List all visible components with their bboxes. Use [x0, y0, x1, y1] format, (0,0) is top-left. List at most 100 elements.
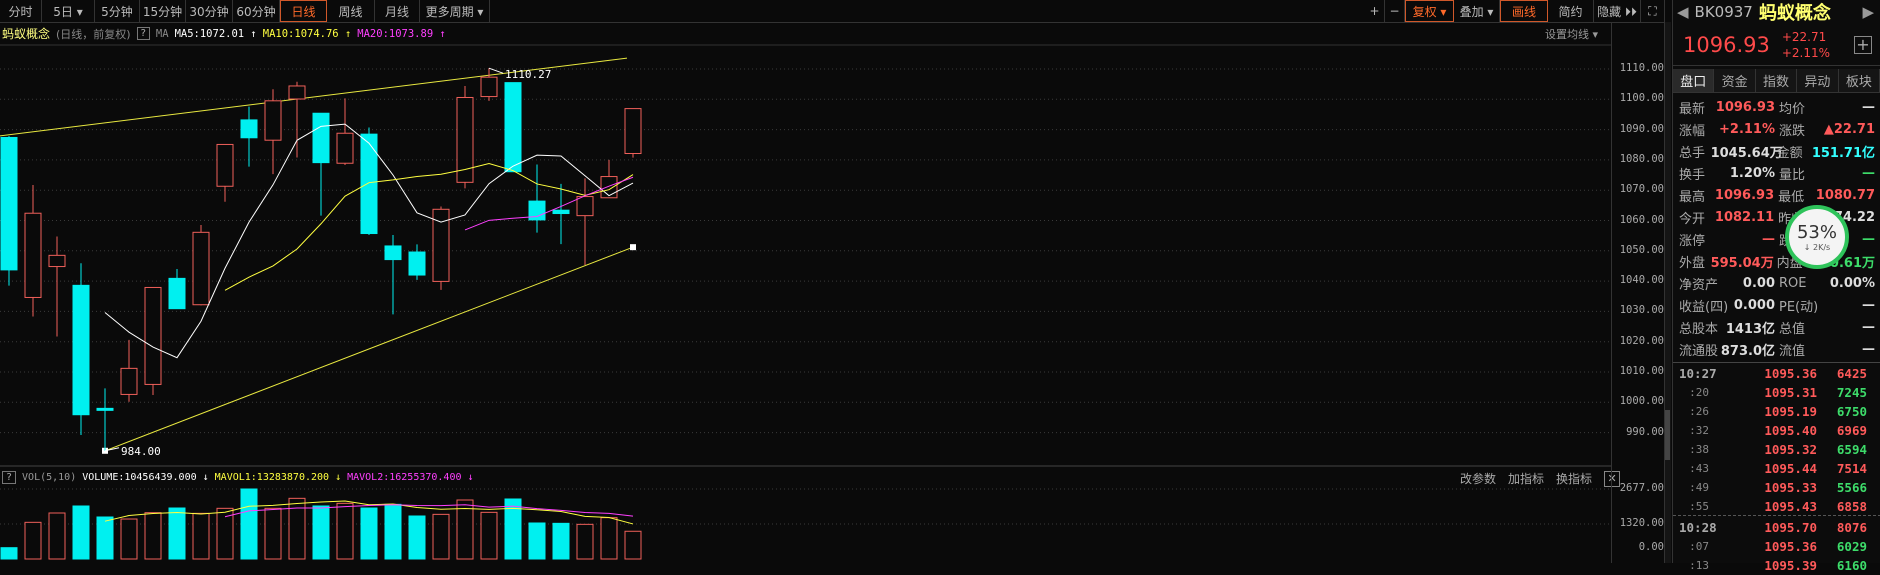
network-speed-widget[interactable]: 53% ↓ 2K/s: [1785, 205, 1849, 269]
quote-value: 0.00: [1742, 275, 1775, 291]
candle-body: [600, 176, 618, 199]
tick-row: :20 1095.31 7245: [1679, 383, 1875, 402]
tick-time: 10:27: [1679, 366, 1717, 381]
candle-body: [480, 76, 498, 98]
quote-value: +2.11%: [1719, 121, 1775, 137]
quote-panel: ◀ BK0937 蚂蚁概念 ▶ 1096.93 +22.71 +2.11% + …: [1672, 0, 1880, 573]
quote-label: 金额: [1776, 145, 1803, 161]
edit-params-button[interactable]: 改参数: [1460, 470, 1496, 487]
volume-bar: [0, 547, 18, 560]
panel-tab-3[interactable]: 异动: [1797, 69, 1839, 92]
price-tick-label: 1000.00: [1619, 395, 1664, 408]
tick-volume: 6425: [1836, 366, 1867, 381]
mavol1-readout: MAVOL1:13283870.200 ↓: [214, 472, 342, 483]
quote-label: 外盘: [1679, 255, 1706, 271]
tick-price: 1095.39: [1764, 558, 1817, 573]
fullscreen-icon[interactable]: ⛶: [1641, 0, 1665, 22]
quote-row: 换手 1.20% 量比 —: [1679, 162, 1875, 184]
volume-bar: [360, 507, 378, 560]
next-stock-icon[interactable]: ▶: [1862, 3, 1874, 21]
quote-label: 收益(四): [1679, 299, 1729, 315]
tick-row: :43 1095.44 7514: [1679, 459, 1875, 478]
add-watchlist-button[interactable]: +: [1854, 35, 1872, 54]
quote-label: 今开: [1679, 211, 1706, 227]
quote-value: 595.04万: [1710, 255, 1774, 271]
tick-row: :13 1095.39 6160: [1679, 556, 1875, 575]
price-tick-label: 1090.00: [1619, 122, 1664, 135]
quote-value: —: [1762, 231, 1775, 247]
volume-readout: VOLUME:10456439.000 ↓: [82, 472, 209, 483]
panel-tab-1[interactable]: 资金: [1714, 69, 1756, 92]
quote-label: 最低: [1778, 189, 1805, 205]
quote-row: 最新 1096.93 均价 —: [1679, 96, 1875, 118]
candle-body: [312, 112, 330, 164]
volume-help-button[interactable]: ?: [2, 471, 17, 484]
tick-volume: 5566: [1836, 480, 1867, 495]
volume-bar: [312, 505, 330, 560]
candle-body: [96, 407, 114, 411]
tick-price: 1095.44: [1764, 461, 1817, 476]
divider: [1673, 362, 1880, 363]
quote-row: 外盘 595.04万 内盘 450.61万: [1679, 250, 1875, 272]
tick-time: :32: [1689, 424, 1709, 437]
volume-bar: [528, 522, 546, 560]
quote-value: 1082.11: [1714, 209, 1775, 225]
quote-value: 873.0亿: [1720, 343, 1775, 359]
candle-body: [192, 231, 210, 306]
tick-price: 1095.36: [1764, 366, 1817, 381]
candle-body: [168, 277, 186, 310]
tick-volume: 7245: [1836, 385, 1867, 400]
tick-price: 1095.19: [1764, 404, 1817, 419]
quote-row: 总手 1045.64万 金额 151.71亿: [1679, 140, 1875, 162]
price-tick-label: 1040.00: [1619, 274, 1664, 287]
volume-bar: [72, 505, 90, 560]
quote-row: 涨幅 +2.11% 涨跌 ▲22.71: [1679, 118, 1875, 140]
prev-stock-icon[interactable]: ◀: [1677, 3, 1689, 21]
ma10-line: [224, 162, 634, 291]
candle-body: [24, 212, 42, 298]
switch-indicator-button[interactable]: 换指标: [1556, 470, 1592, 487]
tick-row: :07 1095.36 6029: [1679, 537, 1875, 556]
quote-value: —: [1862, 341, 1875, 357]
volume-bar: [552, 522, 570, 560]
tick-time: 10:28: [1679, 520, 1717, 535]
volume-bar: [384, 503, 402, 560]
quote-value: 1045.64万: [1710, 145, 1783, 161]
volume-bar: [600, 517, 618, 560]
candle-body: [552, 209, 570, 215]
tick-row: :32 1095.40 6969: [1679, 421, 1875, 440]
quote-value: —: [1862, 165, 1875, 181]
panel-tab-4[interactable]: 板块: [1838, 69, 1880, 92]
quote-label: 涨跌: [1779, 123, 1806, 139]
tick-row: 10:28 1095.70 8076: [1679, 518, 1875, 537]
price-change: +22.71: [1781, 29, 1827, 44]
tick-price: 1095.33: [1764, 480, 1817, 495]
price-change-pct: +2.11%: [1781, 45, 1831, 60]
tick-time: :55: [1689, 500, 1709, 513]
volume-tools: 改参数 加指标 换指标 ✕: [1460, 470, 1621, 487]
price-tick-label: 1100.00: [1619, 92, 1664, 105]
vertical-scrollbar[interactable]: [1664, 22, 1671, 563]
price-tick-label: 1110.00: [1619, 62, 1664, 74]
tick-volume: 6750: [1836, 404, 1867, 419]
quote-label: 总手: [1679, 145, 1706, 161]
scrollbar-thumb[interactable]: [1665, 410, 1670, 460]
candle-body: [288, 85, 306, 100]
quote-label: 总股本: [1679, 321, 1719, 337]
panel-tab-0[interactable]: 盘口: [1673, 69, 1715, 92]
quote-label: 净资产: [1679, 277, 1719, 293]
minute-divider: [1673, 515, 1880, 516]
volume-bar: [216, 507, 234, 560]
add-indicator-button[interactable]: 加指标: [1508, 470, 1544, 487]
tick-time: :43: [1689, 462, 1709, 475]
volume-bar: [48, 512, 66, 560]
tick-time: :13: [1689, 559, 1709, 572]
tick-price: 1095.31: [1764, 385, 1817, 400]
tick-volume: 6160: [1836, 558, 1867, 573]
candle-body: [72, 284, 90, 416]
volume-bar: [24, 521, 42, 560]
panel-tab-2[interactable]: 指数: [1755, 69, 1798, 92]
tick-time: :26: [1689, 405, 1709, 418]
quote-label: 量比: [1779, 167, 1806, 183]
quote-row: 总股本 1413亿 总值 —: [1679, 316, 1875, 338]
